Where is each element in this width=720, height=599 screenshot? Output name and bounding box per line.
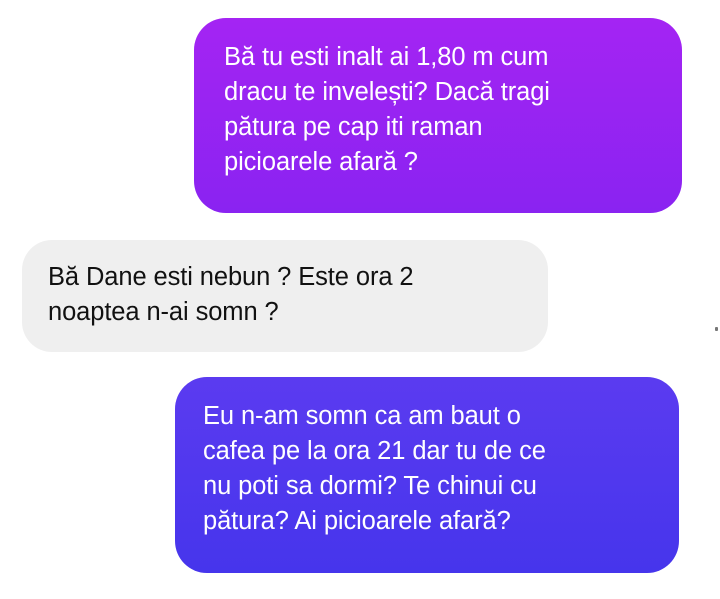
scrollbar-speck [715,327,718,331]
sent-message-bubble[interactable]: Eu n-am somn ca am baut o cafea pe la or… [175,377,679,573]
received-message-bubble[interactable]: Bă Dane esti nebun ? Este ora 2 noaptea … [22,240,548,352]
sent-message-bubble[interactable]: Bă tu esti inalt ai 1,80 m cum dracu te … [194,18,682,213]
